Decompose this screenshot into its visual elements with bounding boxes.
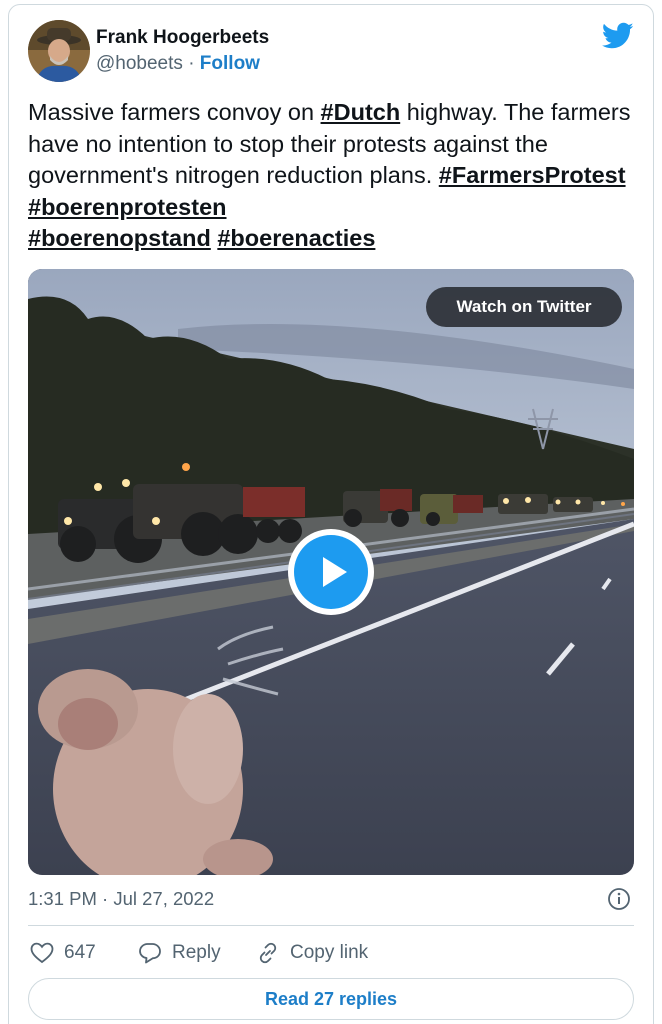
like-button[interactable]: 647 (30, 938, 96, 968)
info-icon[interactable] (607, 887, 631, 911)
link-icon (259, 942, 277, 964)
watch-on-twitter-button[interactable]: Watch on Twitter (426, 287, 622, 327)
copy-link-button[interactable]: Copy link (256, 938, 368, 968)
hashtag-boerenprotesten[interactable]: #boerenprotesten (28, 194, 227, 220)
hashtag-boerenacties[interactable]: #boerenacties (217, 225, 375, 251)
like-count: 647 (64, 942, 96, 963)
hashtag-boerenopstand[interactable]: #boerenopstand (28, 225, 211, 251)
play-icon (323, 557, 347, 587)
twitter-bird-icon[interactable] (602, 22, 634, 50)
play-button[interactable] (288, 529, 374, 615)
tweet-text-segment: Massive farmers convoy on (28, 99, 321, 125)
handle-row: @hobeets · Follow (96, 53, 260, 75)
author-handle[interactable]: @hobeets (96, 53, 183, 74)
divider (28, 925, 634, 926)
heart-icon (30, 942, 54, 964)
tweet-timestamp[interactable]: 1:31 PM · Jul 27, 2022 (28, 888, 214, 910)
reply-button[interactable]: Reply (138, 938, 221, 968)
play-button-circle (294, 535, 368, 609)
tweet-text: Massive farmers convoy on #Dutch highway… (28, 97, 638, 255)
read-replies-button[interactable]: Read 27 replies (28, 978, 634, 1020)
reply-label: Reply (172, 942, 221, 963)
hashtag-farmersprotest[interactable]: #FarmersProtest (439, 162, 626, 188)
avatar[interactable] (28, 20, 90, 82)
hashtag-dutch[interactable]: #Dutch (321, 99, 401, 125)
copy-link-label: Copy link (290, 942, 369, 963)
video-thumbnail[interactable]: Watch on Twitter (28, 269, 634, 875)
reply-bubble-icon (139, 943, 161, 964)
separator-dot: · (188, 53, 195, 74)
author-name[interactable]: Frank Hoogerbeets (96, 27, 269, 49)
follow-button[interactable]: Follow (200, 53, 260, 74)
